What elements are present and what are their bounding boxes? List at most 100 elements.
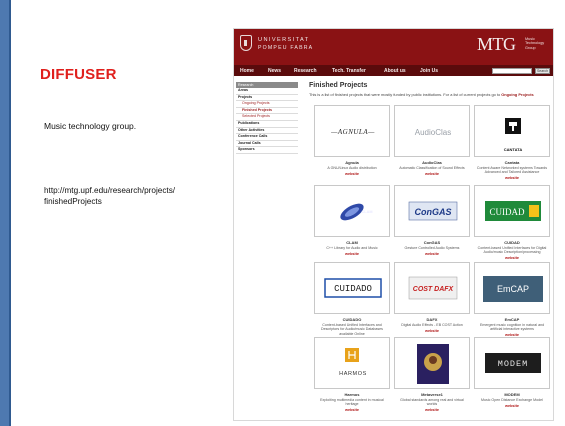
menu-item-ongoing-projects[interactable]: Ongoing Projects: [236, 101, 298, 108]
menu-item-sponsors[interactable]: Sponsors: [236, 147, 298, 154]
project-description: Content-based Unified Interfaces for Dig…: [477, 246, 547, 255]
nav-tech-transfer[interactable]: Tech. Transfer: [332, 68, 366, 74]
project-website-link[interactable]: website: [394, 408, 470, 412]
clam-logo[interactable]: CLAM: [314, 185, 390, 237]
metaverse1-logo[interactable]: [394, 337, 470, 389]
audioclas-logo-text: AudioClas: [414, 127, 452, 137]
university-name-line2: POMPEU FABRA: [258, 45, 314, 51]
project-website-link[interactable]: website: [394, 252, 470, 256]
project-website-link[interactable]: website: [314, 172, 390, 176]
emcap-logo[interactable]: EmCAP: [474, 262, 550, 314]
project-name: CUIDADO: [342, 317, 362, 322]
cantata-logo[interactable]: CANTATA: [474, 105, 550, 157]
congas-logo[interactable]: ConGAS: [394, 185, 470, 237]
project-description: Global standards among real and virtual …: [400, 398, 464, 407]
project-name: CUIDAD: [504, 240, 520, 245]
menu-item-areas[interactable]: Areas: [236, 88, 298, 95]
modem-logo[interactable]: MODEM: [474, 337, 550, 389]
menu-item-other-activities[interactable]: Other Activities: [236, 128, 298, 135]
slide-url-text[interactable]: http://mtg.upf.edu/research/projects/ fi…: [44, 186, 175, 206]
research-side-menu: Research Areas Projects Ongoing Projects…: [236, 82, 298, 154]
harmos-logo[interactable]: HARMOS: [314, 337, 390, 389]
project-website-link[interactable]: website: [394, 329, 470, 333]
university-name-line1: UNIVERSITAT: [258, 37, 310, 43]
project-name: ConGAS: [423, 240, 441, 245]
project-website-link[interactable]: website: [474, 404, 550, 408]
menu-item-conference-calls[interactable]: Conference Calls: [236, 134, 298, 141]
project-card: CANTATA Cantata Content Aware Networked …: [474, 105, 550, 180]
project-description: Music Open Distance Exchange Model: [481, 398, 543, 402]
slide-side-bar: [0, 0, 9, 426]
project-description: Digital Audio Effects - EB COST Action: [401, 323, 463, 327]
cuidado-logo-text: CUIDADO: [334, 284, 372, 294]
nav-home[interactable]: Home: [240, 68, 254, 74]
website-screenshot: UNIVERSITAT POMPEU FABRA MTG Music Techn…: [233, 28, 554, 421]
slide-side-bar-edge: [9, 0, 11, 426]
cuidad-logo-text: CUIDAD: [489, 207, 525, 217]
project-card: ConGAS ConGAS Gesture Controlled Audio S…: [394, 185, 470, 256]
project-website-link[interactable]: website: [394, 172, 470, 176]
project-name: Cantata: [504, 160, 520, 165]
menu-item-finished-projects[interactable]: Finished Projects: [236, 108, 298, 115]
project-description: Exploiting multimedia content in musical…: [320, 398, 384, 407]
project-description: C++ Library for Audio and Music: [326, 246, 378, 250]
menu-item-journal-calls[interactable]: Journal Calls: [236, 141, 298, 148]
agnula-logo[interactable]: —AGNULA—: [314, 105, 390, 157]
search-input[interactable]: [492, 67, 532, 74]
project-name: CLAM: [346, 240, 358, 245]
audioclas-logo[interactable]: AudioClas: [394, 105, 470, 157]
mtg-logo-subtitle: Music Technology Group: [525, 37, 545, 50]
mtg-logo[interactable]: MTG: [477, 34, 516, 55]
slide-title: DIFFUSER: [40, 66, 117, 83]
modem-logo-text: MODEM: [497, 359, 529, 369]
cantata-logo-text: CANTATA: [503, 146, 523, 152]
page-intro-text: This is a list of finished projects that…: [309, 92, 501, 97]
project-website-link[interactable]: website: [314, 408, 390, 412]
project-description: Content Aware Networked systems Towards …: [476, 166, 548, 175]
page-title: Finished Projects: [309, 82, 368, 89]
project-website-link[interactable]: website: [314, 252, 390, 256]
project-card: —AGNULA— Agnula A GNU/Linux Audio distri…: [314, 105, 390, 176]
ongoing-projects-link[interactable]: Ongoing Projects: [501, 92, 533, 97]
site-nav-bar: Home News Research Tech. Transfer About …: [234, 65, 553, 76]
project-description: Emergent music cognition in natural and …: [479, 323, 545, 332]
project-card: EmCAP EmCAP Emergent music cognition in …: [474, 262, 550, 337]
nav-join-us[interactable]: Join Us: [420, 68, 438, 74]
dafx-logo[interactable]: COST DAFX: [394, 262, 470, 314]
project-website-link[interactable]: website: [474, 256, 550, 260]
project-card: MODEM MODEM Music Open Distance Exchange…: [474, 337, 550, 408]
project-card: HARMOS Harmos Exploiting multimedia cont…: [314, 337, 390, 412]
nav-news[interactable]: News: [268, 68, 281, 74]
nav-research[interactable]: Research: [294, 68, 317, 74]
project-card: CUIDADO CUIDADO Content-based Unified In…: [314, 262, 390, 342]
project-name: Harmos: [344, 392, 360, 397]
slide-description: Music technology group.: [44, 121, 137, 131]
slide-url[interactable]: http://mtg.upf.edu/research/projects/ fi…: [44, 185, 224, 207]
metaverse1-emblem-icon: [417, 344, 449, 384]
project-card: AudioClas AudioClas Automatic Classifica…: [394, 105, 470, 176]
project-card: Metaverse1 Global standards among real a…: [394, 337, 470, 412]
dafx-logo-text: COST DAFX: [412, 285, 454, 293]
project-name: MODEM: [504, 392, 520, 397]
cuidad-logo[interactable]: CUIDAD: [474, 185, 550, 237]
project-description: Content-based Unified Interfaces and Des…: [321, 323, 383, 336]
cuidado-logo[interactable]: CUIDADO: [314, 262, 390, 314]
project-name: EmCAP: [504, 317, 520, 322]
menu-item-publications[interactable]: Publications: [236, 121, 298, 128]
harmos-logo-text: HARMOS: [339, 371, 367, 377]
agnula-logo-text: —AGNULA—: [331, 128, 375, 136]
menu-item-selected-projects[interactable]: Selected Projects: [236, 114, 298, 121]
project-card: CLAM CLAM C++ Library for Audio and Musi…: [314, 185, 390, 256]
project-name: DAFX: [426, 317, 438, 322]
project-description: Gesture Controlled Audio Systems: [404, 246, 460, 250]
search-button[interactable]: Search: [535, 67, 550, 74]
project-website-link[interactable]: website: [474, 176, 550, 180]
project-description: A GNU/Linux Audio distribution: [327, 166, 377, 170]
clam-logo-text: CLAM: [361, 210, 373, 214]
emcap-logo-text: EmCAP: [496, 284, 529, 294]
menu-item-projects[interactable]: Projects: [236, 95, 298, 102]
nav-about-us[interactable]: About us: [384, 68, 406, 74]
project-card: COST DAFX DAFX Digital Audio Effects - E…: [394, 262, 470, 333]
page-intro: This is a list of finished projects that…: [309, 92, 552, 97]
project-description: Automatic Classification of Sound Effect…: [399, 166, 465, 170]
